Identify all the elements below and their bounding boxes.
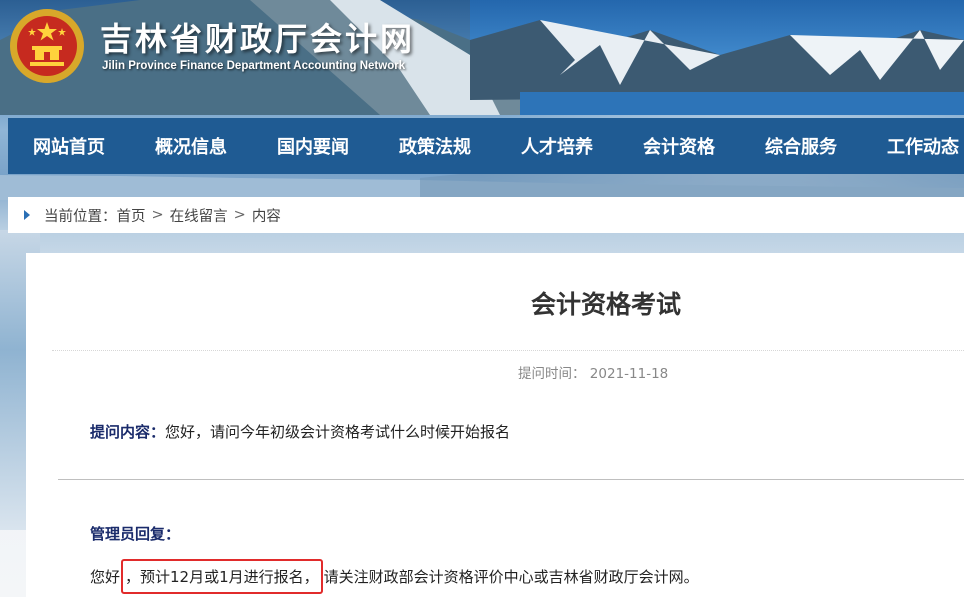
article-title: 会计资格考试 <box>530 290 681 319</box>
breadcrumb-separator: > <box>233 207 246 223</box>
breadcrumb: 当前位置： 首页 > 在线留言 > 内容 <box>8 197 964 233</box>
reply-text-end: 请关注财政部会计资格评价中心或吉林省财政厅会计网。 <box>323 568 699 586</box>
breadcrumb-separator: > <box>151 207 164 223</box>
national-emblem-icon[interactable] <box>8 6 86 86</box>
breadcrumb-prefix: 当前位置： <box>44 208 117 225</box>
section-divider <box>58 479 964 480</box>
question-meta: 提问时间： 2021-11-18 <box>518 362 668 382</box>
breadcrumb-current: 内容 <box>251 208 281 225</box>
reply-text-start: 您好 <box>90 568 121 586</box>
meta-date: 2021-11-18 <box>589 366 669 382</box>
question-row: 提问内容：您好，请问今年初级会计资格考试什么时候开始报名 <box>90 421 510 442</box>
article-panel: 会计资格考试 提问时间： 2021-11-18 提问内容：您好，请问今年初级会计… <box>26 253 964 597</box>
breadcrumb-arrow-icon <box>24 210 30 220</box>
nav-item-accounting-qualification[interactable]: 会计资格 <box>618 133 740 159</box>
nav-item-policies[interactable]: 政策法规 <box>374 133 496 159</box>
nav-item-services[interactable]: 综合服务 <box>740 133 862 159</box>
nav-item-overview[interactable]: 概况信息 <box>130 133 252 159</box>
meta-label: 提问时间： <box>518 366 586 382</box>
site-title: 吉林省财政厅会计网 <box>100 20 416 58</box>
reply-label: 管理员回复： <box>90 525 181 543</box>
nav-item-work-updates[interactable]: 工作动态 <box>862 133 964 159</box>
main-navigation: 网站首页 概况信息 国内要闻 政策法规 人才培养 会计资格 综合服务 工作动态 <box>8 118 964 174</box>
reply-highlighted-text: ，预计12月或1月进行报名， <box>121 559 323 594</box>
nav-item-home[interactable]: 网站首页 <box>8 133 130 159</box>
site-header: 吉林省财政厅会计网 Jilin Province Finance Departm… <box>0 0 964 115</box>
question-label: 提问内容： <box>90 423 166 441</box>
reply-row: 您好 ，预计12月或1月进行报名， 请关注财政部会计资格评价中心或吉林省财政厅会… <box>90 559 699 594</box>
question-text: 您好，请问今年初级会计资格考试什么时候开始报名 <box>165 423 511 441</box>
site-subtitle: Jilin Province Finance Department Accoun… <box>102 60 406 72</box>
nav-item-talent-training[interactable]: 人才培养 <box>496 133 618 159</box>
breadcrumb-link-messages[interactable]: 在线留言 <box>170 205 228 226</box>
nav-item-domestic-news[interactable]: 国内要闻 <box>252 133 374 159</box>
breadcrumb-link-home[interactable]: 首页 <box>117 205 146 226</box>
title-divider <box>52 350 964 351</box>
